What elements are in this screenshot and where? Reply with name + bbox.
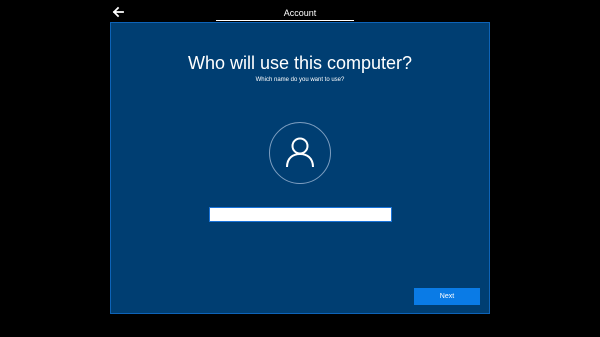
header-title: Account <box>283 8 317 18</box>
name-input[interactable] <box>209 207 392 222</box>
dialog-title: Who will use this computer? <box>187 53 413 73</box>
setup-screen: Account Who will use this computer? Whic… <box>0 0 600 337</box>
header-underline <box>216 20 354 21</box>
user-icon <box>286 137 314 168</box>
account-dialog: Who will use this computer? Which name d… <box>110 22 490 314</box>
dialog-subtitle: Which name do you want to use? <box>255 77 345 83</box>
avatar <box>269 122 331 184</box>
next-button[interactable]: Next <box>414 288 480 305</box>
